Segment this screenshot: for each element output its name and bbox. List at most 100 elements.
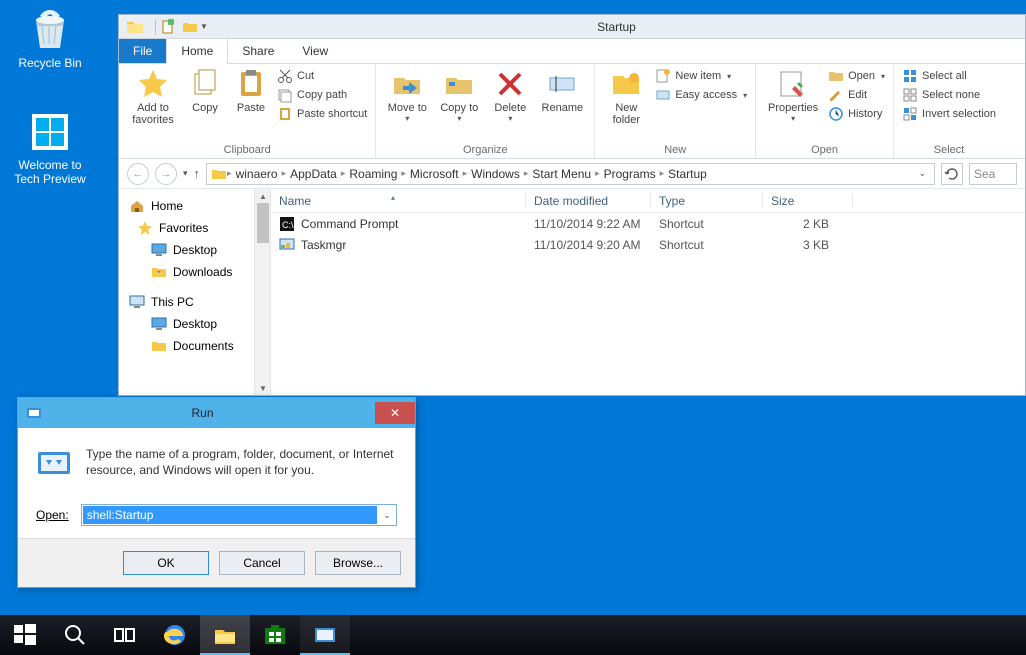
file-list: Name▴ Date modified Type Size C:\Command… <box>271 189 1025 395</box>
taskbar <box>0 615 1026 655</box>
home-icon <box>129 198 145 214</box>
column-headers: Name▴ Date modified Type Size <box>271 189 1025 213</box>
combo-dropdown-icon[interactable]: ⌄ <box>378 510 396 521</box>
recent-dropdown-icon[interactable]: ▾ <box>183 168 188 179</box>
start-button[interactable] <box>0 615 50 655</box>
explorer-taskbar-button[interactable] <box>200 615 250 655</box>
run-titlebar[interactable]: Run ✕ <box>18 398 415 428</box>
ribbon-group-organize: Move to▾ Copy to▾ Delete▾ Rename Organiz… <box>376 64 595 158</box>
nav-fav-desktop[interactable]: Desktop <box>119 239 255 261</box>
qat-dropdown-icon[interactable]: ▼ <box>200 22 208 31</box>
column-date[interactable]: Date modified <box>526 194 651 208</box>
cut-button[interactable]: Cut <box>277 68 367 84</box>
ok-button[interactable]: OK <box>123 551 209 575</box>
copy-button[interactable]: Copy <box>185 68 225 126</box>
move-to-button[interactable]: Move to▾ <box>384 68 430 123</box>
store-button[interactable] <box>250 615 300 655</box>
cancel-button[interactable]: Cancel <box>219 551 305 575</box>
close-button[interactable]: ✕ <box>375 402 415 424</box>
select-none-icon <box>902 87 918 103</box>
paste-button[interactable]: Paste <box>231 68 271 126</box>
tab-share[interactable]: Share <box>228 39 288 63</box>
browse-button[interactable]: Browse... <box>315 551 401 575</box>
file-row[interactable]: C:\Command Prompt 11/10/2014 9:22 AM Sho… <box>271 213 1025 234</box>
select-all-icon <box>902 68 918 84</box>
open-combo[interactable]: ⌄ <box>81 504 397 526</box>
edit-button[interactable]: Edit <box>828 87 885 103</box>
nav-this-pc[interactable]: This PC <box>119 291 255 313</box>
quick-access-toolbar: ▼ Startup <box>119 15 1025 39</box>
ribbon-tabs: File Home Share View <box>119 39 1025 64</box>
tab-home[interactable]: Home <box>166 38 228 64</box>
paste-shortcut-button[interactable]: Paste shortcut <box>277 106 367 122</box>
star-icon <box>137 68 169 100</box>
ribbon-group-clipboard: Add to favorites Copy Paste Cut Copy pat… <box>119 64 376 158</box>
scrollbar[interactable]: ▲▼ <box>254 189 270 395</box>
explorer-window: ▼ Startup File Home Share View Add to fa… <box>118 14 1026 396</box>
new-item-icon <box>655 68 671 84</box>
edit-icon <box>828 87 844 103</box>
new-folder-button[interactable]: New folder <box>603 68 649 126</box>
history-icon <box>828 106 844 122</box>
shortcut-icon <box>279 237 295 253</box>
tab-view[interactable]: View <box>288 39 342 63</box>
delete-button[interactable]: Delete▾ <box>488 68 532 123</box>
documents-icon <box>151 338 167 354</box>
open-input[interactable] <box>83 506 377 524</box>
properties-button[interactable]: Properties▾ <box>764 68 822 125</box>
back-button[interactable]: ← <box>127 163 149 185</box>
refresh-button[interactable] <box>941 163 963 185</box>
run-dialog: Run ✕ Type the name of a program, folder… <box>17 397 416 588</box>
column-type[interactable]: Type <box>651 194 763 208</box>
select-all-button[interactable]: Select all <box>902 68 996 84</box>
desktop-icon-welcome[interactable]: Welcome to Tech Preview <box>10 108 90 186</box>
nav-pc-documents[interactable]: Documents <box>119 335 255 357</box>
ribbon-group-new: New folder New item▾ Easy access▾ New <box>595 64 756 158</box>
pc-icon <box>129 294 145 310</box>
ie-button[interactable] <box>150 615 200 655</box>
search-button[interactable] <box>50 615 100 655</box>
desktop-icon-recycle-bin[interactable]: Recycle Bin <box>10 6 90 70</box>
new-item-button[interactable]: New item▾ <box>655 68 747 84</box>
tab-file[interactable]: File <box>119 39 166 63</box>
easy-access-button[interactable]: Easy access▾ <box>655 87 747 103</box>
shortcut-icon: C:\ <box>279 216 295 232</box>
copy-to-button[interactable]: Copy to▾ <box>436 68 482 123</box>
search-input[interactable]: Sea <box>969 163 1017 185</box>
ribbon-group-select: Select all Select none Invert selection … <box>894 64 1004 158</box>
paste-icon <box>235 68 267 100</box>
taskview-button[interactable] <box>100 615 150 655</box>
column-size[interactable]: Size <box>763 194 853 208</box>
window-title: Startup <box>208 20 1025 34</box>
ribbon-group-open: Properties▾ Open▾ Edit History Open <box>756 64 894 158</box>
up-button[interactable]: ↑ <box>194 166 201 181</box>
forward-button[interactable]: → <box>155 163 177 185</box>
column-name[interactable]: Name▴ <box>271 194 526 208</box>
recycle-bin-icon <box>26 6 74 54</box>
breadcrumb[interactable]: ▸ winaero▸ AppData▸ Roaming▸ Microsoft▸ … <box>206 163 935 185</box>
nav-favorites[interactable]: Favorites <box>119 217 255 239</box>
nav-pc-desktop[interactable]: Desktop <box>119 313 255 335</box>
rename-button[interactable]: Rename <box>538 68 586 123</box>
address-dropdown-icon[interactable]: ⌄ <box>914 168 930 179</box>
address-bar: ← → ▾ ↑ ▸ winaero▸ AppData▸ Roaming▸ Mic… <box>119 159 1025 189</box>
nav-home[interactable]: Home <box>119 195 255 217</box>
rename-icon <box>546 68 578 100</box>
run-taskbar-button[interactable] <box>300 615 350 655</box>
nav-fav-downloads[interactable]: Downloads <box>119 261 255 283</box>
copy-path-button[interactable]: Copy path <box>277 87 367 103</box>
invert-selection-button[interactable]: Invert selection <box>902 106 996 122</box>
star-icon <box>137 220 153 236</box>
desktop-icon <box>151 316 167 332</box>
open-button[interactable]: Open▾ <box>828 68 885 84</box>
select-none-button[interactable]: Select none <box>902 87 996 103</box>
new-doc-icon[interactable] <box>160 19 176 35</box>
copy-path-icon <box>277 87 293 103</box>
folder-small-icon[interactable] <box>182 19 198 35</box>
svg-text:C:\: C:\ <box>282 220 294 230</box>
invert-selection-icon <box>902 106 918 122</box>
history-button[interactable]: History <box>828 106 885 122</box>
file-row[interactable]: Taskmgr 11/10/2014 9:20 AM Shortcut 3 KB <box>271 234 1025 255</box>
new-folder-icon <box>610 68 642 100</box>
add-to-favorites-button[interactable]: Add to favorites <box>127 68 179 126</box>
